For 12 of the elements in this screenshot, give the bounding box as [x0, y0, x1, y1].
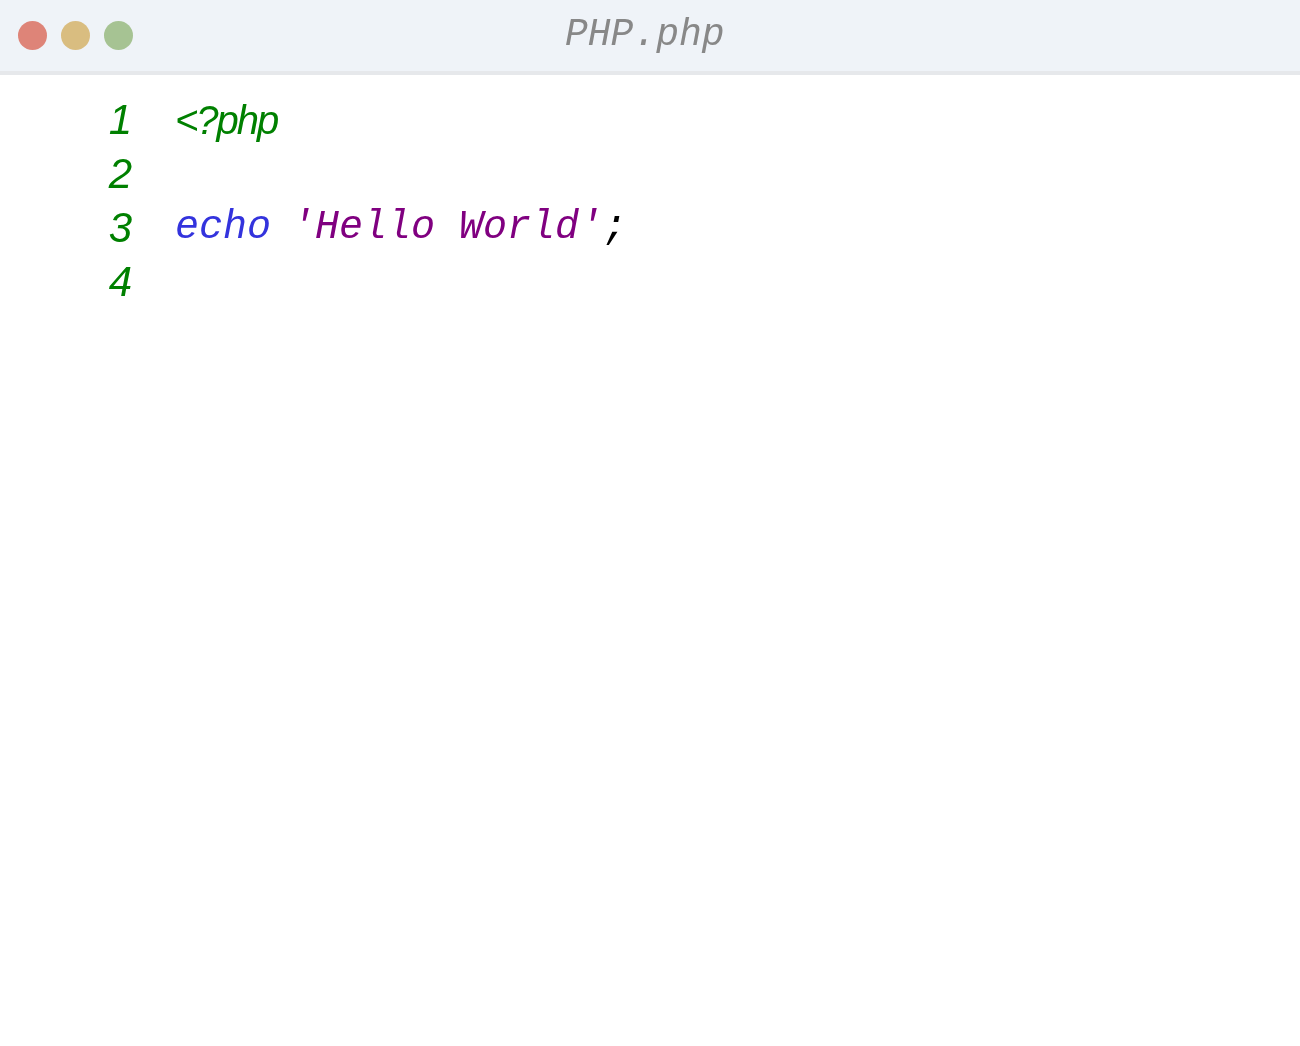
code-token: echo	[175, 208, 271, 248]
code-token: <?php	[175, 100, 278, 140]
line-number: 2	[107, 153, 132, 195]
minimize-button[interactable]	[61, 21, 90, 50]
close-button[interactable]	[18, 21, 47, 50]
line-number: 3	[107, 207, 132, 249]
line-number: 1	[107, 99, 132, 141]
line-number: 4	[107, 261, 132, 303]
window-title: PHP.php	[565, 16, 725, 54]
code-token: ;	[603, 208, 628, 248]
code-token: 'Hello World'	[291, 208, 604, 248]
maximize-button[interactable]	[104, 21, 133, 50]
